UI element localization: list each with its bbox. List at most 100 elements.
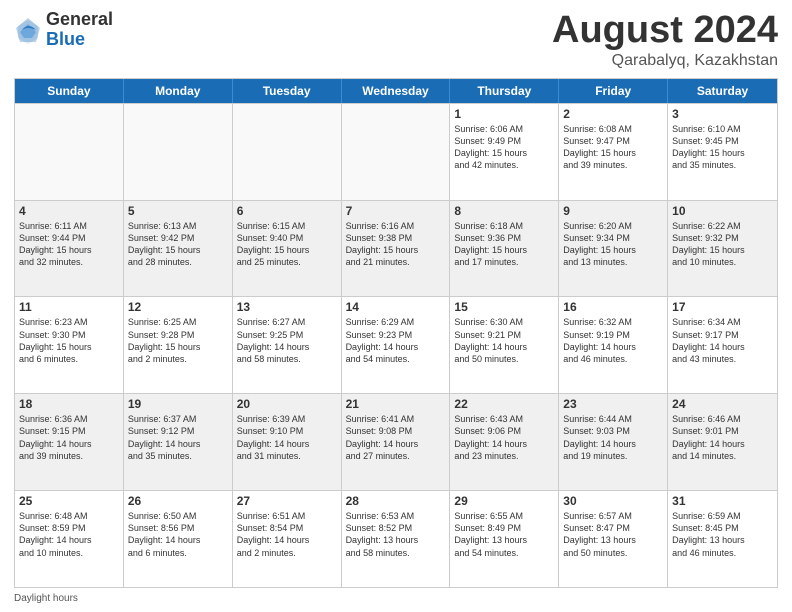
cell-info-line: and 6 minutes.: [19, 353, 119, 365]
cell-info-line: Sunrise: 6:59 AM: [672, 510, 773, 522]
cell-info-line: Sunrise: 6:46 AM: [672, 413, 773, 425]
day-cell-24: 24Sunrise: 6:46 AMSunset: 9:01 PMDayligh…: [668, 394, 777, 490]
cell-info-line: Sunset: 9:28 PM: [128, 329, 228, 341]
cell-info-line: and 21 minutes.: [346, 256, 446, 268]
day-cell-30: 30Sunrise: 6:57 AMSunset: 8:47 PMDayligh…: [559, 491, 668, 587]
day-number: 30: [563, 494, 663, 508]
cell-info-line: Sunset: 9:15 PM: [19, 425, 119, 437]
day-cell-26: 26Sunrise: 6:50 AMSunset: 8:56 PMDayligh…: [124, 491, 233, 587]
cell-info-line: Sunrise: 6:15 AM: [237, 220, 337, 232]
cell-info-line: Sunrise: 6:34 AM: [672, 316, 773, 328]
cell-info-line: Sunrise: 6:13 AM: [128, 220, 228, 232]
cell-info-line: Sunrise: 6:20 AM: [563, 220, 663, 232]
cell-info-line: Daylight: 15 hours: [454, 244, 554, 256]
cell-info-line: Sunset: 8:52 PM: [346, 522, 446, 534]
logo: General Blue: [14, 10, 113, 50]
day-number: 1: [454, 107, 554, 121]
cell-info-line: Sunrise: 6:06 AM: [454, 123, 554, 135]
day-number: 20: [237, 397, 337, 411]
cell-info-line: Daylight: 14 hours: [454, 341, 554, 353]
cell-info-line: Sunrise: 6:43 AM: [454, 413, 554, 425]
cell-info-line: Sunset: 9:32 PM: [672, 232, 773, 244]
cell-info-line: Daylight: 14 hours: [563, 341, 663, 353]
day-cell-6: 6Sunrise: 6:15 AMSunset: 9:40 PMDaylight…: [233, 201, 342, 297]
cell-info-line: Daylight: 14 hours: [672, 341, 773, 353]
cell-info-line: Sunset: 9:01 PM: [672, 425, 773, 437]
day-cell-23: 23Sunrise: 6:44 AMSunset: 9:03 PMDayligh…: [559, 394, 668, 490]
cell-info-line: Sunrise: 6:11 AM: [19, 220, 119, 232]
day-cell-22: 22Sunrise: 6:43 AMSunset: 9:06 PMDayligh…: [450, 394, 559, 490]
cell-info-line: Sunset: 9:08 PM: [346, 425, 446, 437]
day-cell-16: 16Sunrise: 6:32 AMSunset: 9:19 PMDayligh…: [559, 297, 668, 393]
cell-info-line: Daylight: 14 hours: [237, 438, 337, 450]
day-number: 24: [672, 397, 773, 411]
header: General Blue August 2024 Qarabalyq, Kaza…: [14, 10, 778, 70]
cell-info-line: and 31 minutes.: [237, 450, 337, 462]
cell-info-line: Sunrise: 6:55 AM: [454, 510, 554, 522]
cell-info-line: and 10 minutes.: [19, 547, 119, 559]
day-cell-28: 28Sunrise: 6:53 AMSunset: 8:52 PMDayligh…: [342, 491, 451, 587]
day-number: 29: [454, 494, 554, 508]
cell-info-line: Daylight: 15 hours: [128, 244, 228, 256]
weekday-header-sunday: Sunday: [15, 79, 124, 103]
cell-info-line: Sunset: 9:23 PM: [346, 329, 446, 341]
cell-info-line: and 10 minutes.: [672, 256, 773, 268]
cell-info-line: Sunset: 9:47 PM: [563, 135, 663, 147]
cell-info-line: Daylight: 14 hours: [128, 534, 228, 546]
page: General Blue August 2024 Qarabalyq, Kaza…: [0, 0, 792, 612]
day-number: 19: [128, 397, 228, 411]
cell-info-line: Sunrise: 6:27 AM: [237, 316, 337, 328]
day-number: 9: [563, 204, 663, 218]
weekday-header-friday: Friday: [559, 79, 668, 103]
cell-info-line: and 13 minutes.: [563, 256, 663, 268]
cell-info-line: and 28 minutes.: [128, 256, 228, 268]
day-cell-3: 3Sunrise: 6:10 AMSunset: 9:45 PMDaylight…: [668, 104, 777, 200]
cell-info-line: Daylight: 14 hours: [563, 438, 663, 450]
cell-info-line: Daylight: 15 hours: [346, 244, 446, 256]
cell-info-line: and 58 minutes.: [346, 547, 446, 559]
day-cell-20: 20Sunrise: 6:39 AMSunset: 9:10 PMDayligh…: [233, 394, 342, 490]
empty-cell: [233, 104, 342, 200]
cell-info-line: Sunrise: 6:37 AM: [128, 413, 228, 425]
cell-info-line: Daylight: 14 hours: [237, 534, 337, 546]
day-cell-25: 25Sunrise: 6:48 AMSunset: 8:59 PMDayligh…: [15, 491, 124, 587]
empty-cell: [15, 104, 124, 200]
calendar-week-2: 4Sunrise: 6:11 AMSunset: 9:44 PMDaylight…: [15, 200, 777, 297]
day-cell-21: 21Sunrise: 6:41 AMSunset: 9:08 PMDayligh…: [342, 394, 451, 490]
day-cell-4: 4Sunrise: 6:11 AMSunset: 9:44 PMDaylight…: [15, 201, 124, 297]
location-title: Qarabalyq, Kazakhstan: [552, 52, 778, 70]
cell-info-line: Sunrise: 6:48 AM: [19, 510, 119, 522]
cell-info-line: Sunset: 8:45 PM: [672, 522, 773, 534]
cell-info-line: Daylight: 13 hours: [672, 534, 773, 546]
cell-info-line: Sunrise: 6:16 AM: [346, 220, 446, 232]
cell-info-line: and 39 minutes.: [563, 159, 663, 171]
calendar-week-4: 18Sunrise: 6:36 AMSunset: 9:15 PMDayligh…: [15, 393, 777, 490]
cell-info-line: Sunset: 9:19 PM: [563, 329, 663, 341]
cell-info-line: and 42 minutes.: [454, 159, 554, 171]
cell-info-line: Daylight: 15 hours: [19, 341, 119, 353]
calendar: SundayMondayTuesdayWednesdayThursdayFrid…: [14, 78, 778, 588]
day-cell-19: 19Sunrise: 6:37 AMSunset: 9:12 PMDayligh…: [124, 394, 233, 490]
cell-info-line: Daylight: 13 hours: [563, 534, 663, 546]
day-number: 15: [454, 300, 554, 314]
day-cell-11: 11Sunrise: 6:23 AMSunset: 9:30 PMDayligh…: [15, 297, 124, 393]
cell-info-line: Sunset: 9:36 PM: [454, 232, 554, 244]
day-number: 7: [346, 204, 446, 218]
cell-info-line: Sunset: 9:06 PM: [454, 425, 554, 437]
day-number: 17: [672, 300, 773, 314]
cell-info-line: Sunrise: 6:23 AM: [19, 316, 119, 328]
cell-info-line: Sunset: 9:25 PM: [237, 329, 337, 341]
cell-info-line: and 35 minutes.: [672, 159, 773, 171]
cell-info-line: Sunrise: 6:32 AM: [563, 316, 663, 328]
cell-info-line: Sunset: 9:34 PM: [563, 232, 663, 244]
cell-info-line: and 2 minutes.: [237, 547, 337, 559]
cell-info-line: Sunset: 9:40 PM: [237, 232, 337, 244]
day-number: 31: [672, 494, 773, 508]
cell-info-line: and 50 minutes.: [454, 353, 554, 365]
day-number: 6: [237, 204, 337, 218]
cell-info-line: Sunset: 8:56 PM: [128, 522, 228, 534]
day-number: 4: [19, 204, 119, 218]
cell-info-line: Sunset: 8:47 PM: [563, 522, 663, 534]
cell-info-line: Sunrise: 6:36 AM: [19, 413, 119, 425]
cell-info-line: Sunrise: 6:39 AM: [237, 413, 337, 425]
